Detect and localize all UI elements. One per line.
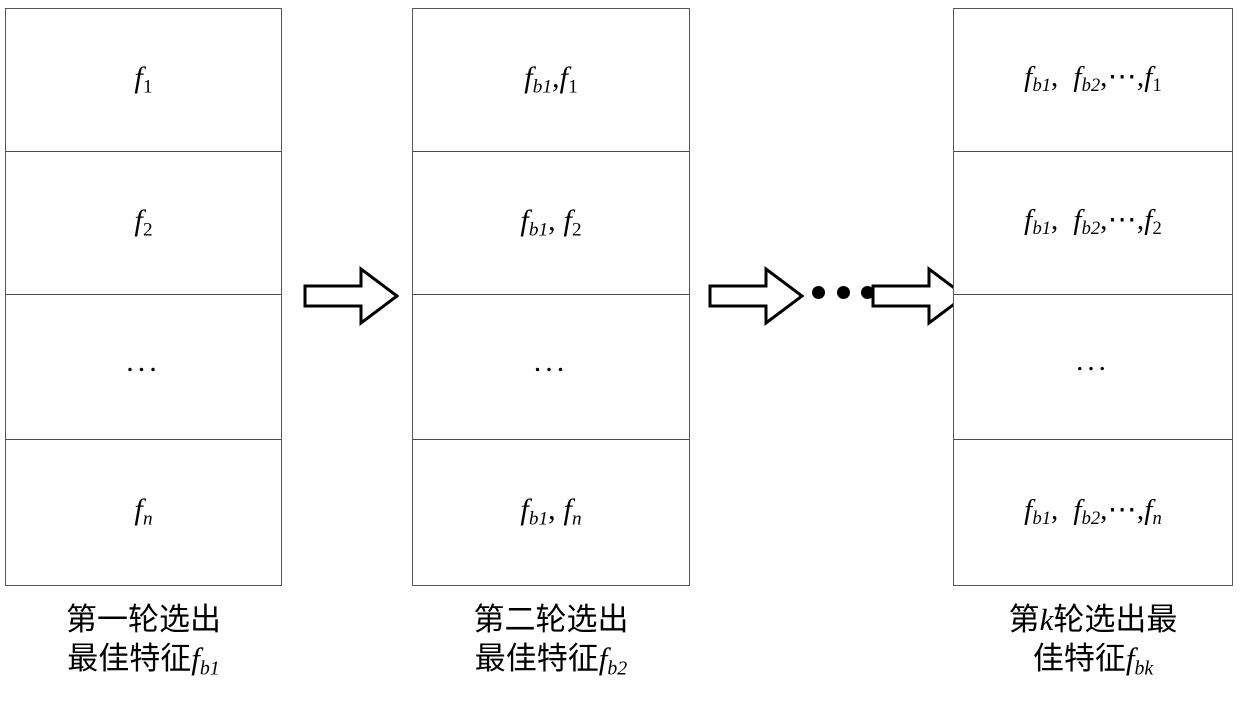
round-k-feature-list: fb1, fb2,⋯,f1 fb1, fb2,⋯,f2 ... fb1, fb2… [953,8,1233,586]
series-dots-icon: ⋯ [1107,61,1137,94]
math-subscript: b2 [607,657,628,680]
caption-line-1: 第二轮选出 [473,602,629,637]
round-1-feature-list: f1 f2 ... fn [5,8,282,586]
math-subscript: 2 [572,219,582,241]
caption-round-1: 第一轮选出 最佳特征fb1 [5,600,282,682]
math-base: f [1144,204,1153,237]
math-comma: , [1050,204,1074,237]
math-subscript: b1 [528,219,549,241]
ellipsis-between-arrows [812,279,874,305]
math-subscript: b2 [1081,218,1101,240]
math-comma: , [1050,493,1074,526]
math-variable-k: k [1039,602,1054,637]
math-base: f [134,60,143,94]
math-base: f [191,641,200,677]
caption-text: 最佳特征 [67,641,192,677]
arrow-round2-to-intermediate [708,266,804,326]
caption-line-2: 佳特征fbk [953,639,1233,682]
math-base: f [134,493,143,527]
cell-ellipsis: ... [126,344,161,378]
cell-feature-series-f1: fb1, fb2,⋯,f1 [1024,63,1162,96]
table-row: fb1, fb2,⋯,f1 [954,9,1232,152]
table-row: fb1, f2 [413,152,689,295]
math-subscript: bk [1134,657,1154,680]
math-subscript: 1 [1152,75,1162,97]
math-subscript: b2 [1081,508,1101,530]
math-comma: , [1050,61,1074,94]
series-dots-icon: ⋯ [1107,493,1137,526]
math-base: f [1073,204,1082,237]
cell-feature-fn: fn [134,495,152,529]
math-comma: , [551,60,560,94]
caption-line-1: 第一轮选出 [66,602,221,637]
table-row: fn [6,440,281,585]
cell-feature-series-f2: fb1, fb2,⋯,f2 [1024,206,1162,239]
cell-feature-f2: f2 [134,203,153,241]
diagram-canvas: f1 f2 ... fn fb1,f1 fb1, f2 ... fb1, fn [0,0,1240,707]
math-base: f [1144,493,1153,526]
dot-icon [812,285,825,299]
caption-round-2: 第二轮选出 最佳特征fb2 [412,600,690,682]
math-base: f [1073,493,1082,526]
table-row: ... [954,295,1232,440]
cell-ellipsis: ... [533,344,569,378]
math-comma: , [548,203,564,237]
math-base: f [520,493,529,527]
caption-round-k: 第k轮选出最 佳特征fbk [953,600,1233,682]
caption-text: 第 [1008,602,1040,637]
math-base: f [563,493,573,527]
table-row: ... [413,295,689,440]
cell-feature-fb1-f1: fb1,f1 [524,60,578,98]
math-base: f [1144,61,1153,94]
cell-ellipsis: ... [1076,345,1110,378]
math-subscript: b1 [532,76,552,98]
table-row: f1 [6,9,281,152]
math-subscript: 1 [142,76,153,98]
caption-text: 最佳特征 [474,641,599,677]
math-base: f [520,203,529,237]
math-base: f [524,60,533,94]
math-subscript: 1 [568,76,578,98]
caption-line-2: 最佳特征fb1 [5,639,282,682]
math-subscript: n [1152,508,1162,530]
table-row: fb1, fb2,⋯,f2 [954,152,1232,295]
caption-text: 轮选出最 [1053,602,1178,637]
math-subscript: 2 [1152,218,1162,240]
math-subscript: b1 [1032,75,1051,97]
math-subscript: n [142,508,153,530]
caption-line-2: 最佳特征fb2 [412,639,690,682]
table-row: fb1, fb2,⋯,fn [954,440,1232,585]
table-row: f2 [6,152,281,295]
cell-feature-series-fn: fb1, fb2,⋯,fn [1024,493,1162,530]
table-row: fb1, fn [413,440,689,585]
math-base: f [563,203,573,237]
dot-icon [836,285,850,299]
math-subscript: b1 [1032,218,1051,240]
table-row: ... [6,295,281,440]
series-dots-icon: ⋯ [1107,204,1137,237]
math-subscript: b1 [528,508,549,530]
math-subscript: n [572,508,582,530]
arrow-round1-to-round2 [303,266,399,326]
caption-line-1: 第k轮选出最 [953,600,1233,639]
math-base: f [134,203,143,237]
math-subscript: 2 [142,219,153,241]
math-comma: , [1100,204,1108,237]
round-2-feature-list: fb1,f1 fb1, f2 ... fb1, fn [412,8,690,586]
math-subscript: b2 [1081,75,1101,97]
caption-text: 佳特征 [1032,641,1126,677]
math-base: f [559,60,569,94]
cell-feature-fb1-fn: fb1, fn [520,495,581,529]
math-subscript: b1 [199,657,220,680]
math-comma: , [548,493,564,527]
math-base: f [1073,61,1082,94]
cell-feature-f1: f1 [134,60,153,98]
math-subscript: b1 [1032,508,1051,530]
cell-feature-fb1-f2: fb1, f2 [520,203,582,241]
math-comma: , [1100,61,1108,94]
math-comma: , [1100,493,1108,526]
table-row: fb1,f1 [413,9,689,152]
